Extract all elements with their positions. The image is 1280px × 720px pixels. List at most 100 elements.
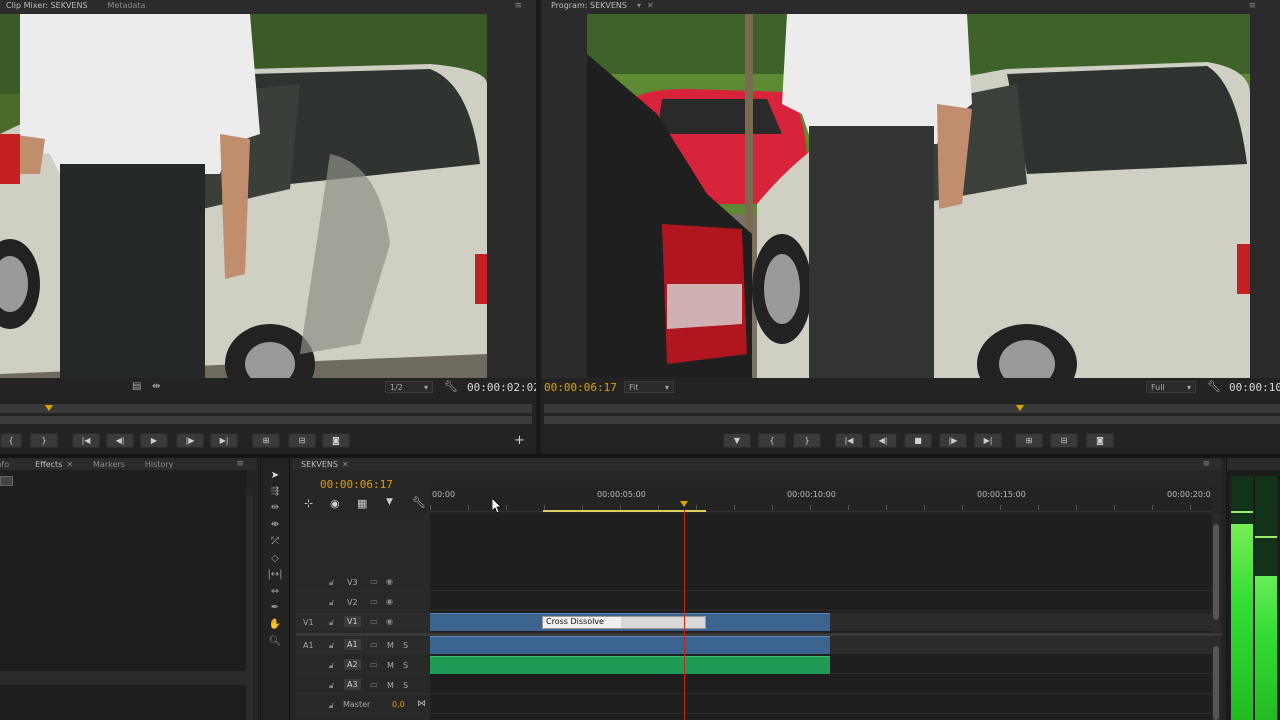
program-duration-timecode[interactable]: 00:00:10 <box>1229 381 1280 394</box>
mark-out-button[interactable]: } <box>793 433 821 448</box>
mark-out-button[interactable]: } <box>30 433 58 448</box>
insert-button[interactable]: ⊞ <box>252 433 280 448</box>
timeline-timecode[interactable]: 00:00:06:17 <box>320 478 393 491</box>
tab-markers[interactable]: Markers <box>83 460 135 469</box>
rate-stretch-tool-icon[interactable]: ⤱ <box>266 534 284 549</box>
mark-in-button[interactable]: { <box>0 433 22 448</box>
panel-menu-icon[interactable]: ≡ <box>1248 1 1256 11</box>
tab-history[interactable]: History <box>135 460 183 469</box>
solo-toggle-a2[interactable]: S <box>403 661 408 670</box>
tab-effects[interactable]: Effects <box>15 460 66 469</box>
track-select-tool-icon[interactable]: ⇶ <box>266 484 284 499</box>
lock-icon[interactable]: 🔓︎ <box>329 701 334 711</box>
extract-button[interactable]: ⊟ <box>1050 433 1078 448</box>
mark-in-button[interactable]: { <box>758 433 786 448</box>
settings-icon[interactable]: ▤ <box>132 381 141 392</box>
lift-button[interactable]: ⊞ <box>1015 433 1043 448</box>
panel-menu-icon[interactable]: ≡ <box>1202 459 1210 469</box>
linked-selection-icon[interactable]: ◉ <box>330 497 340 510</box>
add-marker-icon[interactable]: ▼ <box>386 497 393 507</box>
track-label-v1[interactable]: V1 <box>344 616 361 627</box>
rolling-edit-tool-icon[interactable]: ⇼ <box>266 517 284 532</box>
eye-icon[interactable]: ◉ <box>386 577 393 586</box>
lock-icon[interactable]: 🔓︎ <box>329 598 334 608</box>
pen-tool-icon[interactable]: ✒ <box>266 600 284 615</box>
panel-menu-icon[interactable]: ≡ <box>514 1 522 11</box>
timeline-audio-scroll-thumb[interactable] <box>1213 646 1219 720</box>
lock-icon[interactable]: 🔓︎ <box>329 641 334 651</box>
add-button-icon[interactable]: + <box>514 433 525 448</box>
export-frame-button[interactable]: ◙ <box>1086 433 1114 448</box>
effects-folder-icon[interactable] <box>0 476 13 486</box>
selection-tool-icon[interactable]: ➤ <box>266 468 284 483</box>
lock-icon[interactable]: 🔓︎ <box>329 661 334 671</box>
tab-sequence[interactable]: SEKVENS <box>292 460 342 469</box>
timeline-playhead-line[interactable] <box>684 510 685 720</box>
solo-toggle-a1[interactable]: S <box>403 641 408 650</box>
close-icon[interactable]: ✕ <box>647 1 654 10</box>
hand-tool-icon[interactable]: ✋ <box>266 617 284 632</box>
tab-metadata[interactable]: Metadata <box>98 1 156 10</box>
source-zoom-scrollbar[interactable] <box>0 416 532 424</box>
solo-toggle-a3[interactable]: S <box>403 681 408 690</box>
go-to-in-button[interactable]: |◀ <box>72 433 100 448</box>
mute-toggle-a1[interactable]: M <box>387 641 394 650</box>
sync-lock-icon[interactable]: ▭ <box>370 597 378 606</box>
play-button[interactable]: ▶ <box>140 433 168 448</box>
timeline-settings-icon[interactable]: 🔧︎ <box>412 496 426 509</box>
tab-info[interactable]: Info <box>0 460 15 469</box>
slip-tool-icon[interactable]: |↔| <box>266 567 284 582</box>
wrench-icon[interactable]: 🔧︎ <box>444 380 458 393</box>
sync-lock-icon[interactable]: ▭ <box>370 577 378 586</box>
tab-program[interactable]: Program: SEKVENS <box>541 1 637 10</box>
razor-tool-icon[interactable]: ◇ <box>266 551 284 566</box>
ripple-edit-tool-icon[interactable]: ⇹ <box>266 500 284 515</box>
track-label-a2[interactable]: A2 <box>344 659 361 670</box>
program-scrub-bar[interactable] <box>544 404 1280 413</box>
export-icon[interactable]: ⇹ <box>152 381 160 392</box>
go-to-in-button[interactable]: |◀ <box>835 433 863 448</box>
close-icon[interactable]: ✕ <box>342 460 349 469</box>
audio-clip-a1[interactable] <box>430 636 830 654</box>
source-zoom-select[interactable]: 1/2 ▾ <box>385 381 433 393</box>
lock-icon[interactable]: 🔓︎ <box>329 578 334 588</box>
lock-icon[interactable]: 🔓︎ <box>329 618 334 628</box>
zoom-tool-icon[interactable]: 🔍︎ <box>266 634 284 649</box>
export-frame-button[interactable]: ◙ <box>322 433 350 448</box>
step-back-button[interactable]: ◀| <box>106 433 134 448</box>
program-playhead-marker[interactable] <box>1016 405 1024 411</box>
track-label-v2[interactable]: V2 <box>347 598 358 607</box>
tab-clip-mixer[interactable]: Clip Mixer: SEKVENS <box>0 1 98 10</box>
timeline-playhead-marker[interactable] <box>680 501 688 507</box>
timeline-video-scroll-thumb[interactable] <box>1213 524 1219 620</box>
panel-menu-icon[interactable]: ≡ <box>236 459 244 469</box>
effects-scrollbar[interactable] <box>246 495 253 720</box>
sync-lock-icon[interactable]: ▭ <box>370 640 378 649</box>
eye-icon[interactable]: ◉ <box>386 597 393 606</box>
step-forward-button[interactable]: |▶ <box>176 433 204 448</box>
slide-tool-icon[interactable]: ⇔ <box>266 584 284 599</box>
audio-clip-a2[interactable] <box>430 656 830 674</box>
nest-icon[interactable]: ▦ <box>357 497 367 510</box>
track-label-v3[interactable]: V3 <box>347 578 358 587</box>
go-to-out-button[interactable]: ▶| <box>210 433 238 448</box>
work-area-bar[interactable] <box>543 510 706 512</box>
snap-icon[interactable]: ⊹ <box>304 497 313 510</box>
master-volume-value[interactable]: 0,0 <box>392 700 405 709</box>
program-fit-select[interactable]: Fit ▾ <box>624 381 674 393</box>
source-playhead-marker[interactable] <box>45 405 53 411</box>
source-patch-a1[interactable]: A1 <box>303 641 314 650</box>
chevron-down-icon[interactable]: ▾ <box>637 1 641 10</box>
program-current-timecode[interactable]: 00:00:06:17 <box>544 381 617 394</box>
mute-toggle-a2[interactable]: M <box>387 661 394 670</box>
close-icon[interactable]: ✕ <box>66 460 73 469</box>
step-back-button[interactable]: ◀| <box>869 433 897 448</box>
overwrite-button[interactable]: ⊟ <box>288 433 316 448</box>
effects-list-row[interactable] <box>0 671 246 685</box>
track-label-a1[interactable]: A1 <box>344 639 361 650</box>
stop-button[interactable]: ■ <box>904 433 932 448</box>
program-quality-select[interactable]: Full ▾ <box>1146 381 1196 393</box>
source-scrub-bar[interactable] <box>0 404 532 413</box>
go-to-end-icon[interactable]: ⋈ <box>417 699 426 709</box>
wrench-icon[interactable]: 🔧︎ <box>1207 380 1221 393</box>
